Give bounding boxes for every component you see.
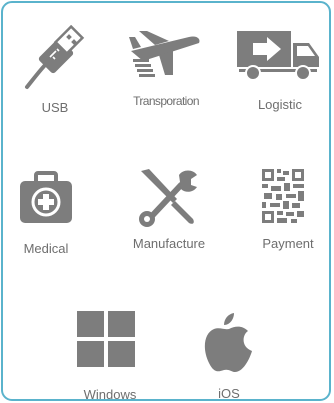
first-aid-kit-icon — [20, 171, 72, 223]
delivery-truck-icon — [237, 27, 319, 81]
apple-logo-icon — [204, 311, 254, 373]
category-windows[interactable]: Windows — [67, 311, 153, 401]
qr-code-icon — [262, 169, 304, 223]
category-label: Payment — [262, 236, 314, 251]
category-logistic[interactable]: Logistic — [235, 25, 325, 121]
wrench-screwdriver-icon — [137, 167, 199, 227]
windows-logo-icon — [77, 311, 135, 367]
category-label: Transporation — [133, 94, 199, 108]
category-payment[interactable]: Payment — [249, 167, 327, 263]
category-label: Windows — [83, 387, 137, 401]
category-panel: USB Transporation Logistic Medical Manuf… — [1, 1, 331, 401]
category-manufacture[interactable]: Manufacture — [123, 167, 215, 263]
category-label: Medical — [23, 241, 69, 256]
airplane-icon — [129, 29, 201, 79]
category-label: USB — [41, 100, 69, 115]
category-medical[interactable]: Medical — [7, 171, 85, 267]
usb-plug-icon — [23, 25, 89, 91]
category-usb[interactable]: USB — [17, 25, 93, 121]
category-label: iOS — [218, 386, 240, 401]
category-label: Logistic — [257, 97, 303, 112]
category-transportation[interactable]: Transporation — [121, 25, 211, 121]
category-ios[interactable]: iOS — [189, 311, 269, 401]
category-label: Manufacture — [132, 236, 206, 251]
